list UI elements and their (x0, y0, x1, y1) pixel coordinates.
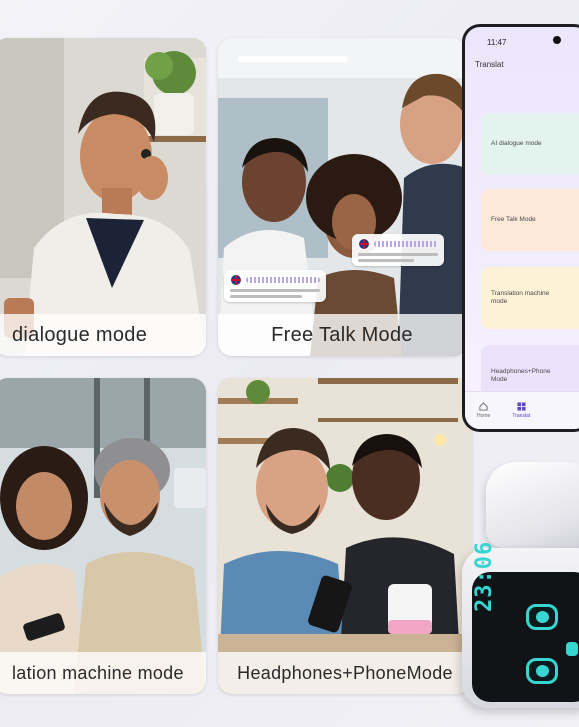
mode-card-headphones-phone: Headphones+PhoneMode (218, 378, 472, 694)
nav-label: Home (477, 413, 491, 419)
two-men-with-phone-photo (218, 378, 472, 694)
card-caption: Free Talk Mode (218, 314, 466, 356)
face-eye-icon (526, 658, 558, 684)
product-collage: dialogue mode Free Talk Mode lation mach… (0, 0, 579, 727)
mode-option-translation-machine[interactable]: Translation machine mode (481, 267, 579, 329)
mode-label: Translation machine mode (491, 290, 550, 305)
translation-bubble (352, 234, 444, 266)
case-clock: 23:06 (472, 540, 497, 612)
audio-wave-icon (246, 277, 320, 283)
nav-label: Translat (512, 413, 531, 419)
face-eye-icon (526, 604, 558, 630)
earbuds-case-lid (486, 462, 579, 548)
camera-icon (553, 36, 561, 44)
couple-with-phone-photo (0, 378, 206, 694)
status-time: 11:47 (487, 38, 507, 47)
man-with-earbud-photo (0, 38, 206, 356)
card-caption: Headphones+PhoneMode (218, 652, 472, 694)
card-caption: dialogue mode (0, 314, 206, 356)
mode-label: Headphones+Phone Mode (491, 368, 551, 383)
nav-item-translat[interactable]: Translat (512, 402, 530, 419)
uk-flag-icon (230, 274, 242, 286)
translation-bubble (224, 270, 326, 302)
uk-flag-icon (358, 238, 370, 250)
mode-card-ai-dialogue: dialogue mode (0, 38, 206, 356)
mode-card-free-talk: Free Talk Mode (218, 38, 466, 356)
grid-icon (517, 402, 526, 411)
mode-label: AI dialogue mode (491, 140, 542, 147)
mode-card-translation-machine: lation machine mode (0, 378, 206, 694)
card-caption: lation machine mode (0, 652, 206, 694)
face-nose-icon (566, 642, 578, 656)
phone-screen: 11:47 Translat AI dialogue mode Free Tal… (465, 27, 579, 429)
phone-mockup: 11:47 Translat AI dialogue mode Free Tal… (462, 24, 579, 432)
app-title: Translat (475, 60, 504, 69)
home-icon (479, 402, 488, 411)
mode-option-ai-dialogue[interactable]: AI dialogue mode (481, 113, 579, 175)
nav-item-home[interactable]: Home (477, 402, 490, 419)
mode-option-free-talk[interactable]: Free Talk Mode (481, 189, 579, 251)
group-conversation-photo (218, 38, 466, 356)
bottom-nav: Home Translat (465, 391, 579, 429)
audio-wave-icon (374, 241, 438, 247)
mode-label: Free Talk Mode (491, 216, 536, 223)
